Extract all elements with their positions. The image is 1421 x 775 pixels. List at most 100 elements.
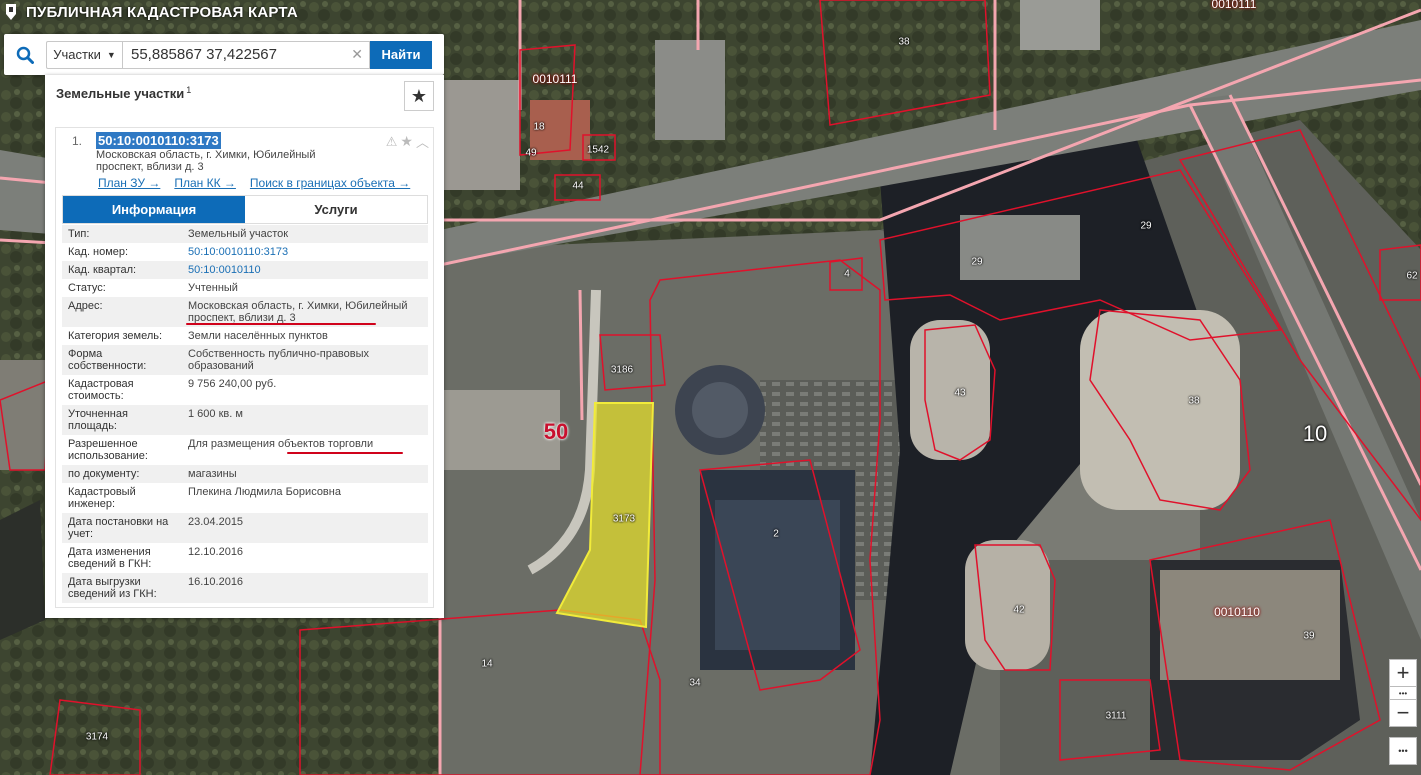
info-value: 23.04.2015 — [182, 513, 428, 543]
info-row: Кад. квартал: 50:10:0010110 — [62, 261, 428, 279]
app-title: ПУБЛИЧНАЯ КАДАСТРОВАЯ КАРТА — [26, 3, 298, 21]
zoom-slider-button[interactable]: ••• — [1389, 686, 1417, 700]
map-label-parcel: 34 — [689, 677, 701, 689]
search-icon[interactable] — [4, 34, 46, 75]
info-key: Кадастровый инженер: — [62, 483, 182, 513]
map-label-quarter: 0010111 — [1211, 0, 1257, 11]
info-key: Кад. квартал: — [62, 261, 182, 279]
info-row: Разрешенное использование: Для размещения… — [62, 435, 428, 465]
clear-icon[interactable]: ✕ — [351, 46, 363, 63]
info-key: Кадастровая стоимость: — [62, 375, 182, 405]
map-label-quarter: 0010111 — [532, 72, 578, 86]
map-label-parcel: 29 — [1140, 220, 1152, 232]
info-value: 9 756 240,00 руб. — [182, 375, 428, 405]
info-value: 1 600 кв. м — [182, 405, 428, 435]
tab-services[interactable]: Услуги — [245, 196, 427, 223]
result-address: Московская область, г. Химки, Юбилейный … — [96, 149, 316, 173]
map-label-parcel: 18 — [533, 121, 545, 133]
warning-icon[interactable]: ⚠ — [386, 134, 398, 150]
info-row: Кадастровый инженер: Плекина Людмила Бори… — [62, 483, 428, 513]
result-index: 1. — [72, 134, 83, 148]
annotation-underline-address — [186, 323, 376, 325]
zoom-in-button[interactable]: + — [1389, 659, 1417, 687]
info-row: Статус: Учтенный — [62, 279, 428, 297]
info-key: Разрешенное использование: — [62, 435, 182, 465]
chevron-up-icon[interactable]: ︿ — [416, 132, 429, 151]
map-label-parcel: 42 — [1013, 604, 1025, 616]
zoom-out-button[interactable]: − — [1389, 699, 1417, 727]
map-label-district: 10 — [1302, 421, 1328, 446]
map-label-parcel: 62 — [1406, 270, 1418, 282]
info-value: Собственность публично-правовых образова… — [182, 345, 428, 375]
info-key: Кад. номер: — [62, 243, 182, 261]
plan-zu-link[interactable]: План ЗУ → — [98, 176, 160, 190]
map-label-parcel: 38 — [1188, 395, 1200, 407]
map-label-parcel: 43 — [954, 387, 966, 399]
info-key: Форма собственности: — [62, 345, 182, 375]
info-row: Дата изменения сведений в ГКН: 12.10.2016 — [62, 543, 428, 573]
info-value[interactable]: 50:10:0010110 — [182, 261, 428, 279]
star-icon[interactable]: ★ — [400, 133, 413, 150]
search-button[interactable]: Найти — [370, 40, 432, 69]
search-type-label: Участки — [53, 47, 101, 62]
result-card: 1. 50:10:0010110:3173 ⚠ ★ ︿ Московская о… — [55, 127, 434, 608]
map-label-selected-parcel: 3173 — [612, 513, 636, 525]
tab-information[interactable]: Информация — [63, 196, 245, 223]
annotation-underline-usage — [287, 452, 403, 454]
results-panel: Земельные участки 1 ★ 1. 50:10:0010110:31… — [45, 75, 444, 618]
info-key: Дата выгрузки сведений из ГКН: — [62, 573, 182, 603]
search-field: ✕ — [122, 40, 370, 69]
info-key: Категория земель: — [62, 327, 182, 345]
info-table: Тип: Земельный участок Кад. номер: 50:10:00… — [62, 225, 428, 603]
map-label-parcel: 29 — [971, 256, 983, 268]
plus-icon: + — [1396, 660, 1410, 685]
info-value: Земли населённых пунктов — [182, 327, 428, 345]
panel-title: Земельные участки 1 — [56, 85, 192, 102]
search-input[interactable] — [131, 46, 346, 63]
more-icon: ••• — [1398, 746, 1408, 756]
more-tools-button[interactable]: ••• — [1389, 737, 1417, 765]
caret-down-icon: ▼ — [106, 49, 116, 60]
plan-kk-link[interactable]: План КК → — [174, 176, 236, 190]
info-value: Учтенный — [182, 279, 428, 297]
info-value[interactable]: 50:10:0010110:3173 — [182, 243, 428, 261]
map-label-parcel: 39 — [1303, 630, 1315, 642]
result-cadastral-number[interactable]: 50:10:0010110:3173 — [96, 132, 221, 149]
info-row: Дата выгрузки сведений из ГКН: 16.10.2016 — [62, 573, 428, 603]
info-key: Дата изменения сведений в ГКН: — [62, 543, 182, 573]
info-row: Тип: Земельный участок — [62, 225, 428, 243]
minus-icon: − — [1396, 700, 1410, 725]
map-label-parcel: 3186 — [610, 364, 634, 376]
info-value: Плекина Людмила Борисовна — [182, 483, 428, 513]
map-label-district: 50 — [543, 419, 569, 444]
search-within-bounds-link[interactable]: Поиск в границах объекта → — [250, 176, 410, 190]
favorites-button[interactable]: ★ — [404, 81, 434, 111]
map-label-parcel: 1542 — [586, 144, 610, 156]
info-key: Тип: — [62, 225, 182, 243]
app-header: ПУБЛИЧНАЯ КАДАСТРОВАЯ КАРТА — [0, 0, 298, 24]
result-tabs: Информация Услуги — [62, 195, 428, 224]
info-row: Категория земель: Земли населённых пункто… — [62, 327, 428, 345]
result-links: План ЗУ → План КК → Поиск в границах объ… — [98, 176, 410, 190]
dots-icon: ••• — [1398, 688, 1408, 698]
map-label-parcel: 44 — [572, 180, 584, 192]
info-key: Уточненная площадь: — [62, 405, 182, 435]
panel-header: Земельные участки 1 ★ — [45, 75, 444, 119]
map-label-parcel: 49 — [525, 147, 537, 159]
info-row: по документу: магазины — [62, 465, 428, 483]
info-value: Земельный участок — [182, 225, 428, 243]
info-key: Статус: — [62, 279, 182, 297]
result-count: 1 — [186, 85, 192, 95]
map-marker-icon[interactable] — [4, 4, 18, 20]
star-icon: ★ — [410, 85, 428, 106]
map-label-parcel: 3111 — [1105, 710, 1127, 722]
info-row: Кадастровая стоимость: 9 756 240,00 руб. — [62, 375, 428, 405]
info-value: Для размещения объектов торговли — [182, 435, 428, 465]
map-label-parcel: 2 — [773, 528, 779, 540]
map-label-parcel: 4 — [844, 268, 850, 280]
search-type-dropdown[interactable]: Участки ▼ — [46, 40, 122, 69]
map-label-parcel: 14 — [481, 658, 493, 670]
info-value: 12.10.2016 — [182, 543, 428, 573]
info-row: Уточненная площадь: 1 600 кв. м — [62, 405, 428, 435]
info-key: Дата постановки на учет: — [62, 513, 182, 543]
